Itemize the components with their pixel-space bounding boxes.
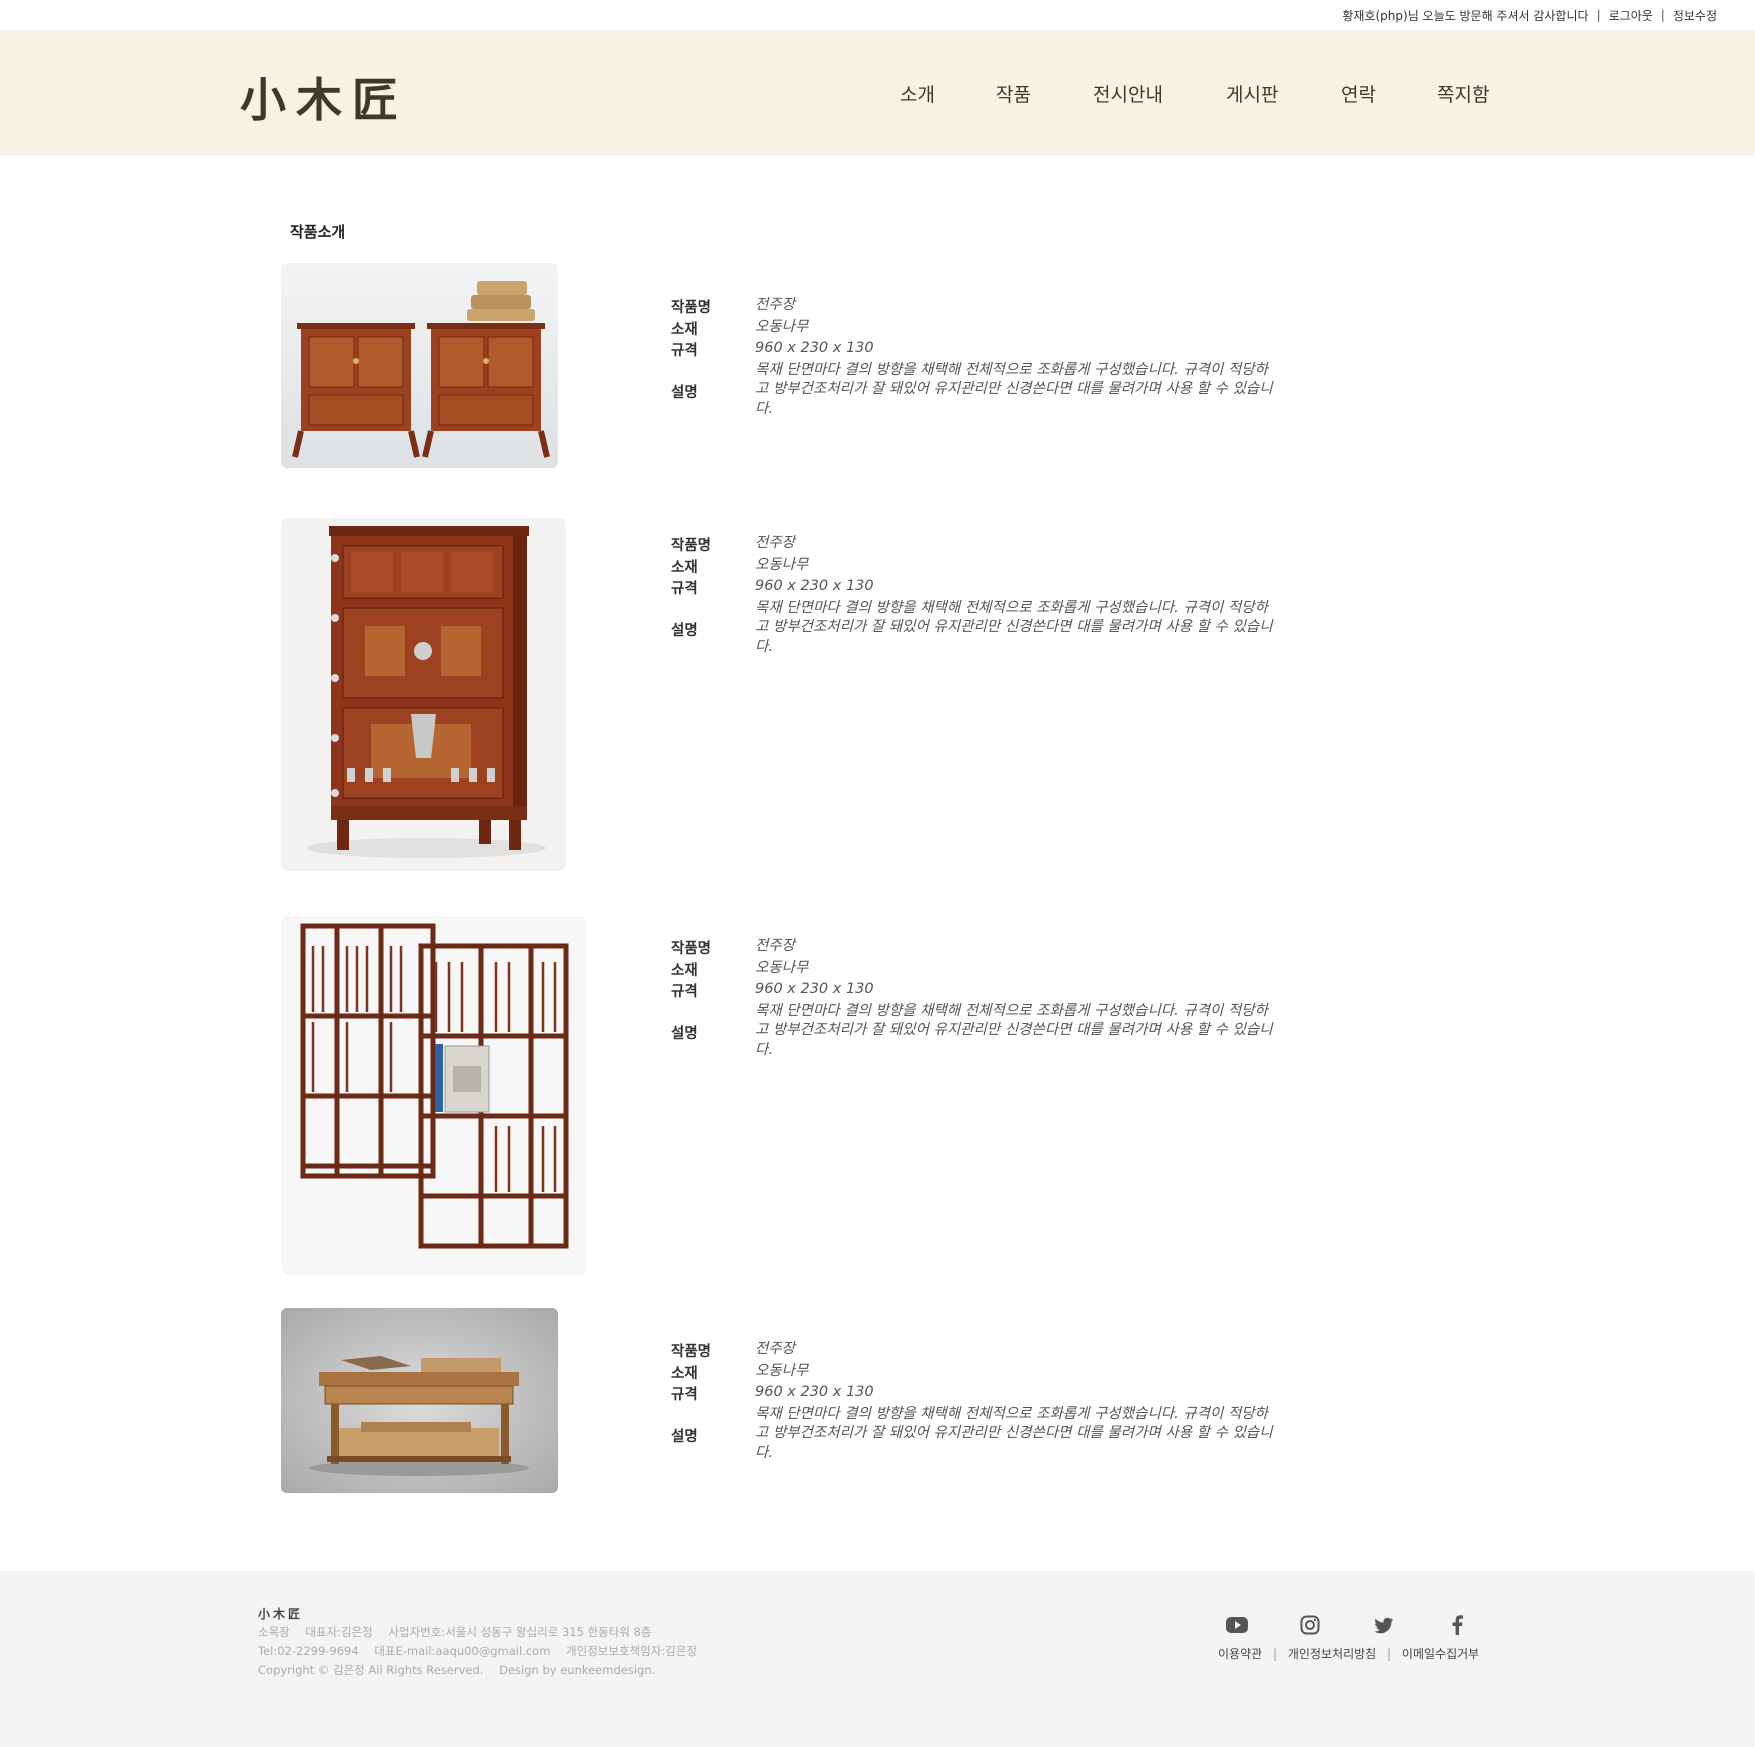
footer-logo: 小木匠 [258, 1607, 304, 1621]
label-material: 소재 [671, 1365, 698, 1382]
greeting-text: 황재호(php)님 오늘도 방문해 주셔서 감사합니다 [1342, 8, 1589, 23]
footer-text: 대표E-mail:aaqu00@gmail.com [374, 1644, 551, 1658]
label-name: 작품명 [671, 300, 712, 316]
work-image[interactable] [281, 1308, 558, 1493]
footer-contact-info: Tel:02-2299-9694 대표E-mail:aaqu00@gmail.c… [258, 1643, 709, 1659]
youtube-icon[interactable] [1223, 1611, 1251, 1639]
nav-item-messages[interactable]: 쪽지함 [1437, 80, 1489, 107]
work-image[interactable] [281, 263, 558, 468]
site-header: 小木匠 소개 작품 전시안내 게시판 연락 쪽지함 [0, 30, 1755, 156]
footer-text: 사업자번호:서울시 성동구 왕십리로 315 한동타워 8층 [388, 1625, 652, 1639]
label-size: 규격 [671, 984, 698, 1000]
info-row-size: 규격 960 x 230 x 130 [671, 1383, 1271, 1405]
work-name: 전주장 [755, 535, 796, 551]
work-material: 오동나무 [755, 1362, 809, 1379]
label-size: 규격 [671, 1387, 698, 1403]
work-image[interactable] [281, 518, 566, 871]
work-size: 960 x 230 x 130 [755, 340, 874, 356]
footer-text: 개인정보보호책임자:김은정 [566, 1644, 697, 1658]
info-row-size: 규격 960 x 230 x 130 [671, 339, 1271, 361]
footer-text: 대표자:김은정 [305, 1625, 373, 1639]
info-row-material: 소재 오동나무 [671, 1362, 1271, 1384]
user-bar: 황재호(php)님 오늘도 방문해 주셔서 감사합니다 | 로그아웃 | 정보수… [0, 0, 1755, 30]
separator: | [1660, 8, 1665, 22]
info-row-description: 설명 목재 단면마다 결의 방향을 채택해 전체적으로 조화롭게 구성했습니다.… [671, 1405, 1273, 1465]
work-info: 작품명 전주장 소재 오동나무 규격 960 x 230 x 130 설명 목재… [671, 937, 1273, 1062]
work-image[interactable] [281, 916, 586, 1275]
info-row-size: 규격 960 x 230 x 130 [671, 577, 1271, 599]
work-material: 오동나무 [755, 959, 809, 976]
work-size: 960 x 230 x 130 [755, 981, 874, 997]
nav-item-board[interactable]: 게시판 [1226, 80, 1278, 107]
site-footer: 小木匠 소목장 대표자:김은정 사업자번호:서울시 성동구 왕십리로 315 한… [0, 1571, 1755, 1747]
work-name: 전주장 [755, 1341, 796, 1357]
info-row-name: 작품명 전주장 [671, 296, 1271, 318]
footer-text: Design by eunkeemdesign. [499, 1663, 656, 1677]
nav-item-exhibition[interactable]: 전시안내 [1093, 80, 1163, 107]
label-name: 작품명 [671, 538, 712, 554]
work-name: 전주장 [755, 938, 796, 954]
work-description: 목재 단면마다 결의 방향을 채택해 전체적으로 조화롭게 구성했습니다. 규격… [755, 361, 1273, 417]
separator: | [1387, 1647, 1392, 1661]
nav-item-works[interactable]: 작품 [996, 80, 1031, 107]
info-row-description: 설명 목재 단면마다 결의 방향을 채택해 전체적으로 조화롭게 구성했습니다.… [671, 599, 1273, 659]
label-size: 규격 [671, 581, 698, 597]
label-name: 작품명 [671, 1344, 712, 1360]
footer-text: Copyright © 김은정 All Rights Reserved. [258, 1663, 484, 1677]
nav-item-about[interactable]: 소개 [900, 80, 935, 107]
bookshelf-illustration [281, 916, 586, 1275]
logout-link[interactable]: 로그아웃 [1609, 7, 1653, 24]
nav-item-contact[interactable]: 연락 [1341, 80, 1376, 107]
label-material: 소재 [671, 962, 698, 979]
info-row-name: 작품명 전주장 [671, 534, 1271, 556]
label-description: 설명 [671, 1025, 698, 1042]
low-table-illustration [281, 1308, 558, 1493]
info-row-description: 설명 목재 단면마다 결의 방향을 채택해 전체적으로 조화롭게 구성했습니다.… [671, 1002, 1273, 1062]
info-row-size: 규격 960 x 230 x 130 [671, 980, 1271, 1002]
work-info: 작품명 전주장 소재 오동나무 규격 960 x 230 x 130 설명 목재… [671, 296, 1273, 421]
email-refusal-link[interactable]: 이메일수집거부 [1402, 1647, 1479, 1661]
twitter-icon[interactable] [1370, 1611, 1398, 1639]
tall-cabinet-illustration [281, 518, 566, 871]
privacy-policy-link[interactable]: 개인정보처리방침 [1288, 1647, 1376, 1661]
footer-company-info: 소목장 대표자:김은정 사업자번호:서울시 성동구 왕십리로 315 한동타워 … [258, 1624, 663, 1640]
label-description: 설명 [671, 622, 698, 639]
terms-link[interactable]: 이용약관 [1218, 1647, 1262, 1661]
info-row-name: 작품명 전주장 [671, 937, 1271, 959]
info-row-material: 소재 오동나무 [671, 959, 1271, 981]
work-description: 목재 단면마다 결의 방향을 채택해 전체적으로 조화롭게 구성했습니다. 규격… [755, 599, 1273, 655]
info-row-material: 소재 오동나무 [671, 556, 1271, 578]
work-info: 작품명 전주장 소재 오동나무 규격 960 x 230 x 130 설명 목재… [671, 534, 1273, 659]
main-nav: 소개 작품 전시안내 게시판 연락 쪽지함 [0, 80, 1755, 110]
footer-text: 소목장 [258, 1625, 290, 1639]
twin-chest-illustration [281, 263, 558, 468]
work-description: 목재 단면마다 결의 방향을 채택해 전체적으로 조화롭게 구성했습니다. 규격… [755, 1405, 1273, 1461]
facebook-icon[interactable] [1443, 1611, 1471, 1639]
label-material: 소재 [671, 321, 698, 338]
footer-links: 이용약관 | 개인정보처리방침 | 이메일수집거부 [1218, 1645, 1479, 1662]
label-size: 규격 [671, 343, 698, 359]
work-name: 전주장 [755, 297, 796, 313]
section-title: 작품소개 [290, 223, 346, 241]
instagram-icon[interactable] [1296, 1611, 1324, 1639]
edit-info-link[interactable]: 정보수정 [1673, 7, 1717, 24]
work-description: 목재 단면마다 결의 방향을 채택해 전체적으로 조화롭게 구성했습니다. 규격… [755, 1002, 1273, 1058]
info-row-material: 소재 오동나무 [671, 318, 1271, 340]
footer-copyright: Copyright © 김은정 All Rights Reserved. Des… [258, 1662, 667, 1678]
work-material: 오동나무 [755, 318, 809, 335]
work-info: 작품명 전주장 소재 오동나무 규격 960 x 230 x 130 설명 목재… [671, 1340, 1273, 1465]
work-size: 960 x 230 x 130 [755, 578, 874, 594]
info-row-description: 설명 목재 단면마다 결의 방향을 채택해 전체적으로 조화롭게 구성했습니다.… [671, 361, 1273, 421]
work-size: 960 x 230 x 130 [755, 1384, 874, 1400]
label-description: 설명 [671, 384, 698, 401]
separator: | [1273, 1647, 1278, 1661]
label-description: 설명 [671, 1428, 698, 1445]
separator: | [1596, 8, 1601, 22]
label-name: 작품명 [671, 941, 712, 957]
info-row-name: 작품명 전주장 [671, 1340, 1271, 1362]
label-material: 소재 [671, 559, 698, 576]
footer-text: Tel:02-2299-9694 [258, 1644, 359, 1658]
work-material: 오동나무 [755, 556, 809, 573]
